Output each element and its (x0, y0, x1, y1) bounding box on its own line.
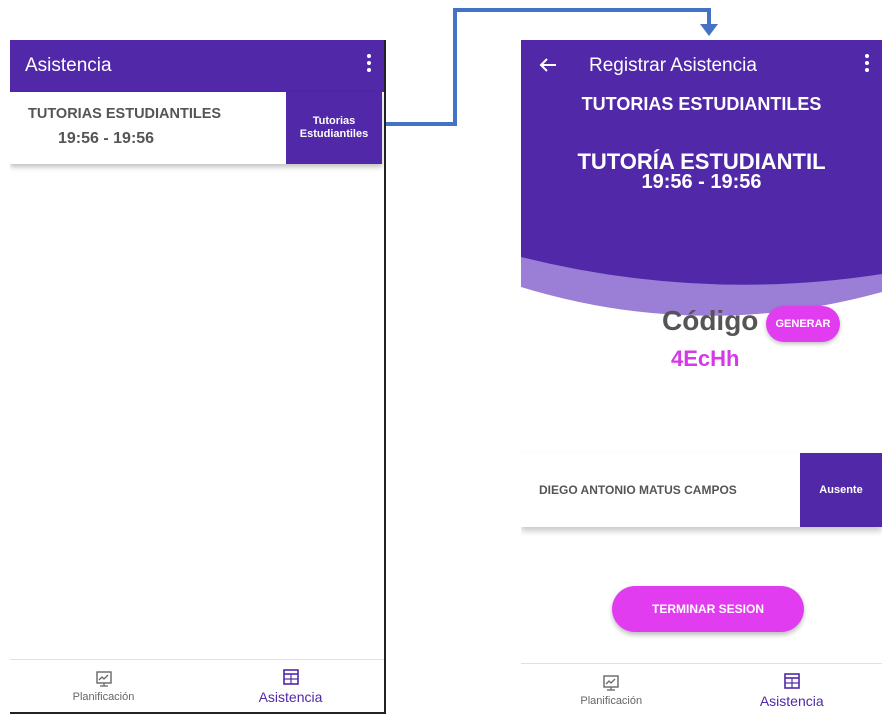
back-arrow-icon[interactable] (537, 54, 559, 76)
session-type-line1: Tutorias (312, 115, 356, 127)
attendance-list-screen: Asistencia TUTORIAS ESTUDIANTILES 19:56 … (10, 40, 386, 714)
planning-icon (603, 674, 619, 691)
attendance-status-badge[interactable]: Ausente (800, 453, 882, 527)
session-type: TUTORÍA ESTUDIANTIL (577, 149, 826, 174)
nav-label-asistencia: Asistencia (759, 692, 824, 709)
bottom-navigation: Planificación Asistencia (10, 659, 384, 712)
register-attendance-screen: TUTORIAS ESTUDIANTILES TUTORÍA ESTUDIANT… (521, 40, 882, 716)
app-bar: Registrar Asistencia (521, 40, 882, 92)
bottom-navigation: Planificación Asistencia (521, 663, 882, 716)
table-icon (282, 668, 299, 685)
nav-label-planificacion: Planificación (580, 694, 643, 707)
page-title: Registrar Asistencia (589, 55, 757, 76)
nav-item-asistencia[interactable]: Asistencia (702, 664, 883, 716)
app-bar: Asistencia (10, 40, 384, 92)
student-row[interactable]: DIEGO ANTONIO MATUS CAMPOS Ausente (521, 453, 882, 527)
planning-icon (95, 670, 112, 687)
more-options-icon[interactable] (366, 54, 372, 76)
course-name: TUTORIAS ESTUDIANTILES (581, 94, 822, 114)
generate-code-button[interactable]: GENERAR (766, 306, 840, 342)
nav-label-planificacion: Planificación (72, 690, 135, 703)
student-name: DIEGO ANTONIO MATUS CAMPOS (539, 483, 737, 497)
session-card[interactable]: TUTORIAS ESTUDIANTILES 19:56 - 19:56 Tut… (10, 92, 382, 164)
session-header: TUTORIAS ESTUDIANTILES TUTORÍA ESTUDIANT… (521, 92, 882, 332)
table-icon (783, 672, 800, 689)
nav-label-asistencia: Asistencia (258, 688, 323, 705)
nav-item-asistencia[interactable]: Asistencia (197, 660, 384, 712)
session-type-badge: Tutorias Estudiantiles (286, 92, 382, 164)
session-title: TUTORIAS ESTUDIANTILES (28, 106, 222, 122)
code-label: Código (662, 305, 759, 336)
session-time: 19:56 - 19:56 (641, 171, 762, 193)
more-options-icon[interactable] (864, 54, 870, 76)
page-title: Asistencia (25, 55, 112, 76)
finish-session-button[interactable]: TERMINAR SESION (612, 586, 804, 632)
session-type-line2: Estudiantiles (299, 128, 369, 140)
attendance-code: 4EcHh (671, 346, 740, 371)
nav-item-planificacion[interactable]: Planificación (10, 660, 197, 712)
nav-item-planificacion[interactable]: Planificación (521, 664, 702, 716)
session-time: 19:56 - 19:56 (58, 130, 155, 147)
